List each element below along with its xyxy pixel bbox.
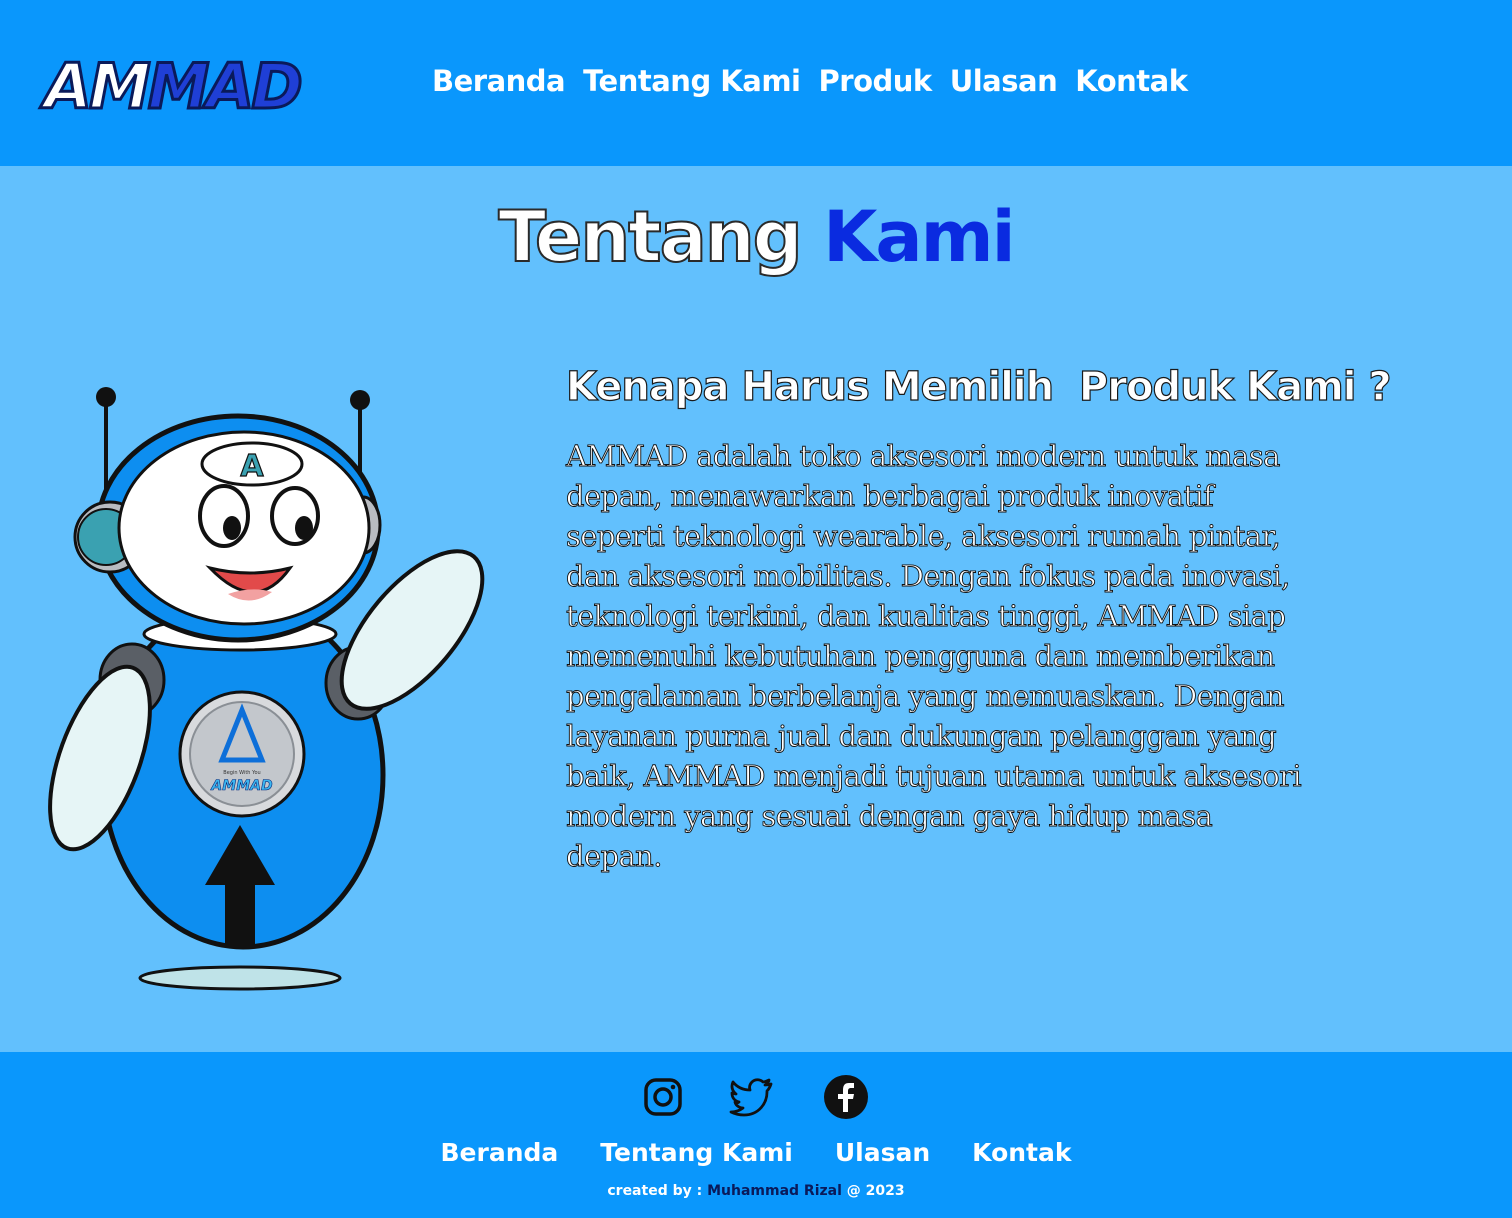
- section-body-text: AMMAD adalah toko aksesori modern untuk …: [566, 439, 1303, 874]
- nav-tentang-kami[interactable]: Tentang Kami: [583, 64, 801, 98]
- credit-prefix: created by :: [607, 1183, 708, 1199]
- badge-name: AMMAD: [210, 778, 272, 794]
- badge-tagline: Begin With You: [223, 770, 260, 776]
- footer-nav-tentang-kami[interactable]: Tentang Kami: [600, 1138, 793, 1167]
- nav-produk[interactable]: Produk: [819, 64, 933, 98]
- main-nav: Beranda Tentang Kami Produk Ulasan Konta…: [432, 64, 1188, 98]
- facebook-icon[interactable]: [823, 1074, 869, 1120]
- footer-nav: Beranda Tentang Kami Ulasan Kontak: [0, 1138, 1512, 1167]
- robot-mascot-illustration: Begin With You AMMAD A: [48, 387, 485, 991]
- site-header: AMMAD Beranda Tentang Kami Produk Ulasan…: [0, 0, 1512, 166]
- footer-credit: created by : Muhammad Rizal @ 2023: [0, 1183, 1512, 1199]
- title-part-1: Tentang: [497, 195, 803, 279]
- page-title: Tentang Kami: [0, 195, 1512, 279]
- logo-part-2: MAD: [146, 50, 304, 123]
- nav-ulasan[interactable]: Ulasan: [950, 64, 1058, 98]
- section-heading: Kenapa Harus Memilih Produk Kami ?: [565, 363, 1392, 410]
- nav-beranda[interactable]: Beranda: [432, 64, 566, 98]
- title-part-2: Kami: [823, 196, 1015, 278]
- footer-nav-beranda[interactable]: Beranda: [440, 1138, 558, 1167]
- credit-suffix: @ 2023: [841, 1183, 905, 1199]
- nav-kontak[interactable]: Kontak: [1075, 64, 1188, 98]
- credit-author: Muhammad Rizal: [707, 1183, 842, 1199]
- brand-logo[interactable]: AMMAD: [43, 50, 305, 123]
- footer-nav-kontak[interactable]: Kontak: [972, 1138, 1071, 1167]
- footer-nav-ulasan[interactable]: Ulasan: [835, 1138, 930, 1167]
- twitter-icon[interactable]: [729, 1074, 775, 1120]
- head-letter: A: [240, 449, 264, 484]
- instagram-icon[interactable]: [640, 1074, 686, 1120]
- logo-part-1: AM: [43, 50, 153, 123]
